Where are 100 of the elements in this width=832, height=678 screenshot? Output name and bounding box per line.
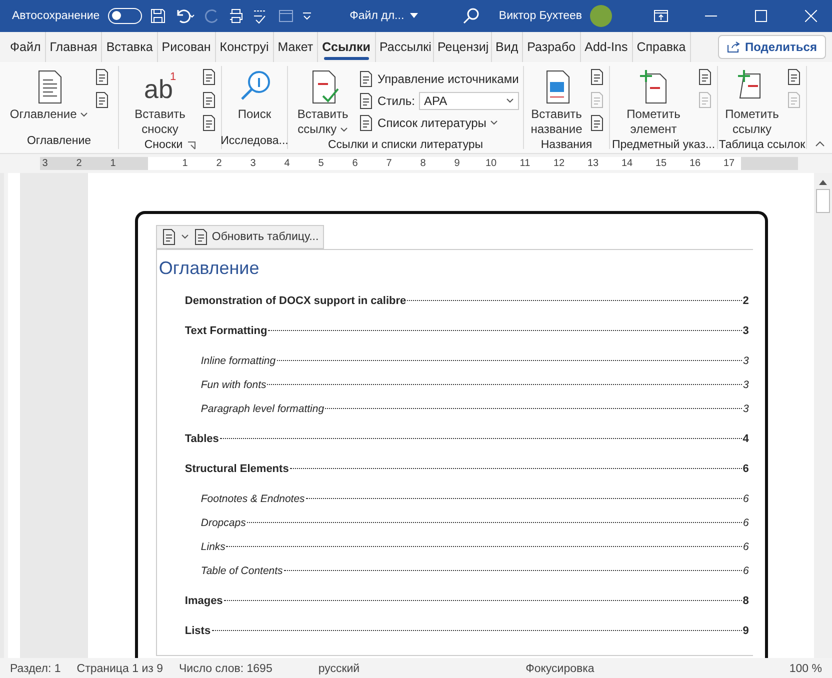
style-dropdown[interactable]: APA — [419, 92, 519, 110]
document-icon[interactable] — [94, 91, 110, 109]
ruler-number: 4 — [283, 157, 291, 170]
page-number: 3 — [743, 403, 749, 415]
group-label: Исследова... — [220, 135, 288, 147]
ribbon-tab[interactable]: Ссылки — [318, 32, 376, 62]
toc-entry[interactable]: Lists — [184, 625, 211, 637]
dialog-launcher-icon[interactable] — [186, 140, 196, 150]
document-icon[interactable] — [589, 114, 605, 132]
word-count[interactable]: Число слов: 1695 — [179, 662, 272, 674]
group-label: Оглавление — [26, 135, 92, 147]
page-number: 6 — [742, 463, 749, 475]
ribbon-button[interactable]: Вставить ссылку — [292, 66, 354, 139]
ribbon-display-icon[interactable] — [654, 10, 668, 22]
group-label: Названия — [540, 139, 592, 151]
page-number: 6 — [743, 541, 749, 553]
toc-subentry[interactable]: Footnotes & Endnotes — [200, 493, 305, 505]
document-icon[interactable] — [786, 68, 802, 86]
style-icon[interactable] — [358, 92, 374, 110]
ruler-number: 3 — [41, 157, 49, 170]
ribbon-button[interactable]: Поиск — [234, 66, 274, 133]
page-number: 6 — [743, 517, 749, 529]
ruler-number: 2 — [215, 157, 223, 170]
toc-subentry[interactable]: Links — [200, 541, 226, 553]
ruler-number: 2 — [75, 157, 83, 170]
toc-entry[interactable]: Structural Elements — [184, 463, 289, 475]
customize-icon[interactable] — [302, 11, 312, 21]
page-number: 6 — [743, 565, 749, 577]
caret-icon — [506, 98, 514, 104]
print-icon[interactable] — [228, 8, 244, 24]
language-status[interactable]: русский — [318, 662, 360, 674]
page-number: 3 — [743, 379, 749, 391]
page-number: 8 — [742, 595, 749, 607]
toc-entry[interactable]: Demonstration of DOCX support in calibre — [184, 295, 406, 307]
sources-icon[interactable] — [358, 70, 374, 88]
caret-icon — [180, 234, 189, 240]
caret-icon[interactable] — [410, 13, 418, 19]
ruler-number: 11 — [518, 157, 532, 170]
document-icon[interactable] — [201, 91, 217, 109]
toc-entry[interactable]: Text Formatting — [184, 325, 268, 337]
ribbon-button[interactable]: Оглавление — [8, 66, 90, 133]
search-icon[interactable] — [462, 7, 480, 25]
scroll-up-icon[interactable] — [819, 179, 828, 185]
save-icon[interactable] — [150, 8, 166, 24]
page-status[interactable]: Страница 1 из 9 — [76, 662, 163, 674]
toc-entry[interactable]: Images — [184, 595, 223, 607]
document-icon[interactable] — [201, 68, 217, 86]
ruler-number: 14 — [620, 157, 634, 170]
ruler-number: 1 — [109, 157, 117, 170]
ribbon-button[interactable]: Пометить элемент — [614, 66, 693, 139]
toc-subentry[interactable]: Paragraph level formatting — [200, 403, 324, 415]
document-icon[interactable] — [94, 68, 110, 86]
scroll-thumb[interactable] — [816, 189, 830, 213]
page-number: 9 — [742, 625, 749, 637]
caret-icon — [340, 127, 348, 133]
horizontal-ruler[interactable] — [40, 157, 798, 170]
manage-sources-button[interactable]: Управление источниками — [378, 72, 519, 86]
document-icon[interactable] — [697, 68, 713, 86]
toc-subentry[interactable]: Dropcaps — [200, 517, 246, 529]
group-label: Сноски — [144, 139, 183, 151]
collapse-ribbon-icon[interactable] — [815, 141, 825, 147]
toc-title: Оглавление — [158, 258, 260, 279]
caret-icon — [490, 120, 498, 126]
focus-button[interactable]: Фокусировка — [526, 662, 594, 674]
avatar[interactable] — [590, 5, 612, 27]
ruler-number: 3 — [249, 157, 257, 170]
close-icon[interactable] — [805, 10, 817, 22]
file-name[interactable]: Файл дл... — [350, 10, 404, 22]
update-table-button[interactable]: Обновить таблицу... — [192, 228, 319, 246]
ruler-number: 5 — [317, 157, 325, 170]
user-name[interactable]: Виктор Бухтеев — [498, 10, 582, 22]
bibliography-icon[interactable] — [358, 114, 374, 132]
toc-subentry[interactable]: Table of Contents — [200, 565, 283, 577]
share-button[interactable]: Поделиться — [718, 35, 826, 59]
ruler-number: 12 — [552, 157, 566, 170]
minimize-icon[interactable] — [705, 15, 717, 17]
page-number: 6 — [743, 493, 749, 505]
ruler-number: 6 — [351, 157, 359, 170]
ruler-number: 17 — [722, 157, 736, 170]
page-number: 3 — [743, 355, 749, 367]
section-status[interactable]: Раздел: 1 — [10, 662, 61, 674]
toc-entry[interactable]: Tables — [184, 433, 219, 445]
ribbon-button[interactable]: Вставить название — [528, 66, 585, 139]
toc-subentry[interactable]: Fun with fonts — [200, 379, 266, 391]
document-icon[interactable] — [201, 114, 217, 132]
ribbon-button[interactable]: Пометить ссылку — [722, 66, 782, 139]
zoom-level[interactable]: 100 % — [789, 662, 822, 674]
ruler-number: 13 — [586, 157, 600, 170]
window-icon[interactable] — [278, 8, 294, 24]
document-icon[interactable] — [589, 68, 605, 86]
ruler-number: 7 — [385, 157, 393, 170]
toc-subentry[interactable]: Inline formatting — [200, 355, 276, 367]
group-label: Таблица ссылок — [718, 139, 806, 151]
maximize-icon[interactable] — [755, 10, 767, 22]
bibliography-button[interactable]: Список литературы — [378, 116, 486, 130]
update-document-icon[interactable] — [192, 228, 209, 246]
ruler-number: 9 — [453, 157, 461, 170]
table-of-contents-icon[interactable] — [160, 228, 177, 246]
ruler-number: 10 — [484, 157, 498, 170]
autosave-toggle[interactable] — [108, 8, 142, 24]
